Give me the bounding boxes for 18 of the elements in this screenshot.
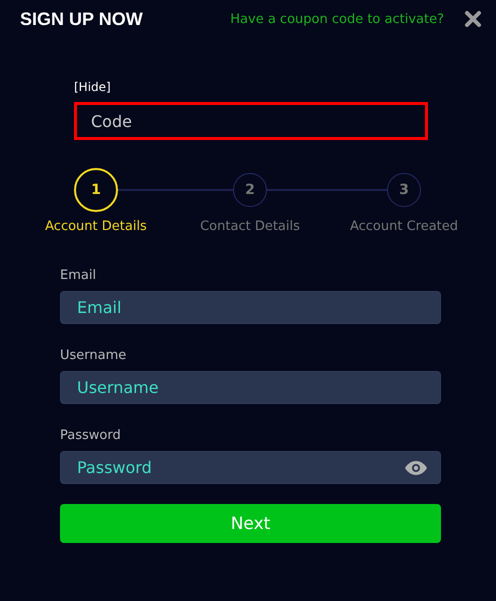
input-field[interactable]: Email xyxy=(60,291,441,324)
hide-link[interactable]: [Hide] xyxy=(74,80,111,94)
input-field[interactable]: Password xyxy=(60,451,441,484)
coupon-link[interactable]: Have a coupon code to activate? xyxy=(230,12,444,26)
field-label: Username xyxy=(60,348,126,363)
dialog-title: SIGN UP NOW xyxy=(20,8,143,30)
step-label: Account Details xyxy=(45,219,147,234)
close-icon[interactable] xyxy=(464,10,482,28)
step-label: Contact Details xyxy=(200,219,300,234)
step-label: Account Created xyxy=(350,219,458,234)
step-number: 2 xyxy=(233,173,267,207)
field-label: Email xyxy=(60,268,96,283)
input-field[interactable]: Username xyxy=(60,371,441,404)
step-number: 1 xyxy=(74,168,118,212)
coupon-code-field[interactable]: Code xyxy=(74,102,428,140)
step-number: 3 xyxy=(387,173,421,207)
eye-icon[interactable] xyxy=(405,461,427,475)
field-label: Password xyxy=(60,428,121,443)
